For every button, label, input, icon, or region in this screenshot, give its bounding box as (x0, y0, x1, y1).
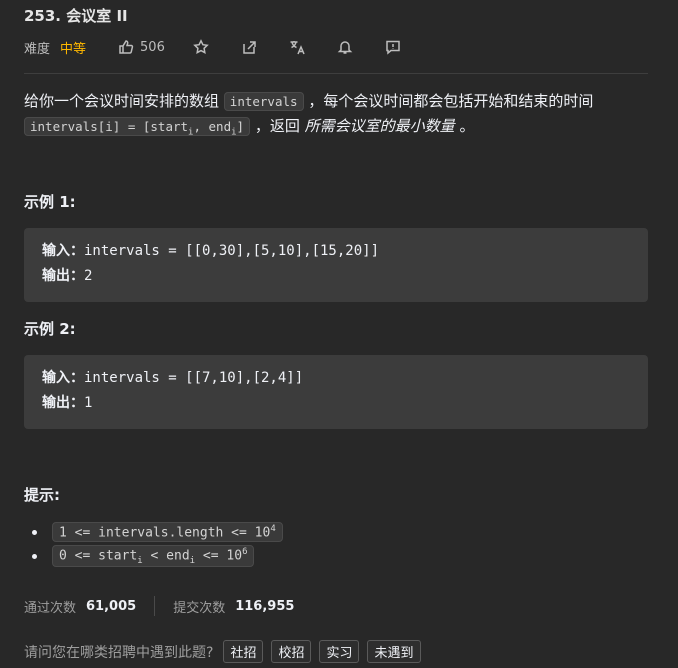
interview-survey: 请问您在哪类招聘中遇到此题? 社招 校招 实习 未遇到 (24, 640, 429, 663)
input-value: intervals = [[0,30],[5,10],[15,20]] (84, 243, 380, 259)
output-value: 1 (84, 395, 93, 411)
example-2-title: 示例 2: (24, 320, 76, 338)
stats-divider (154, 596, 156, 616)
output-value: 2 (84, 268, 93, 284)
bell-icon (337, 41, 353, 54)
accepted-label: 通过次数 (24, 600, 77, 616)
submissions-label: 提交次数 (173, 600, 226, 616)
desc-text: 。 (459, 117, 475, 135)
output-label: 输出： (42, 268, 84, 284)
like-button[interactable]: 506 (118, 39, 165, 55)
example-2-input: 输入：intervals = [[7,10],[2,4]] (42, 366, 630, 391)
desc-text: ，返回 (254, 117, 300, 135)
survey-option-never[interactable]: 未遇到 (367, 640, 421, 663)
example-2-block: 输入：intervals = [[7,10],[2,4]] 输出：1 (24, 355, 648, 429)
feedback-icon (386, 40, 400, 55)
share-icon (243, 41, 256, 54)
example-1-title: 示例 1: (24, 193, 76, 211)
problem-meta: 难度 中等 506 (24, 37, 401, 57)
difficulty-label: 难度 (24, 41, 51, 57)
hint-code: 1 <= intervals.length <= 104 (52, 521, 283, 543)
code-superscript: 6 (242, 546, 248, 557)
hint-item: 0 <= starti < endi <= 106 (32, 544, 283, 568)
code-text: , end (193, 119, 232, 134)
problem-title: 253. 会议室 II (24, 7, 128, 25)
desc-text: 给你一个会议时间安排的数组 (24, 92, 220, 110)
feedback-button[interactable] (385, 39, 401, 55)
submission-stats: 通过次数 61,005 提交次数 116,955 (24, 596, 294, 616)
survey-option-campus[interactable]: 校招 (271, 640, 312, 663)
code-text: < end (142, 547, 190, 563)
code-text: ] (236, 119, 245, 134)
accepted-count: 61,005 (86, 598, 137, 614)
survey-option-intern[interactable]: 实习 (319, 640, 360, 663)
share-button[interactable] (241, 39, 257, 55)
translate-button[interactable] (289, 39, 305, 55)
favorite-button[interactable] (193, 39, 209, 55)
input-label: 输入： (42, 370, 84, 386)
code-superscript: 4 (270, 523, 276, 534)
code-text: intervals[i] = [start (30, 119, 189, 134)
survey-question: 请问您在哪类招聘中遇到此题? (24, 644, 214, 661)
translate-icon (290, 41, 305, 55)
problem-description: 给你一个会议时间安排的数组 intervals ，每个会议时间都会包括开始和结束… (24, 89, 644, 145)
example-1-input: 输入：intervals = [[0,30],[5,10],[15,20]] (42, 239, 630, 264)
example-1-output: 输出：2 (42, 264, 630, 289)
hint-item: 1 <= intervals.length <= 104 (32, 520, 283, 544)
divider (24, 73, 648, 74)
submissions-count: 116,955 (235, 598, 295, 614)
hints-title: 提示: (24, 486, 60, 504)
hints-list: 1 <= intervals.length <= 104 0 <= starti… (32, 520, 283, 568)
desc-text: ，每个会议时间都会包括开始和结束的时间 (308, 92, 594, 110)
input-value: intervals = [[7,10],[2,4]] (84, 370, 304, 386)
inline-code: intervals[i] = [starti, endi] (24, 117, 251, 138)
survey-option-social[interactable]: 社招 (223, 640, 264, 663)
like-count: 506 (140, 39, 165, 55)
desc-emphasis: 所需会议室的最小数量 (304, 117, 455, 135)
notify-button[interactable] (337, 39, 353, 55)
code-text: 0 <= start (59, 547, 138, 563)
example-2-output: 输出：1 (42, 391, 630, 416)
difficulty-value: 中等 (60, 41, 87, 57)
example-1-block: 输入：intervals = [[0,30],[5,10],[15,20]] 输… (24, 228, 648, 302)
hint-code: 0 <= starti < endi <= 106 (52, 544, 255, 568)
star-icon (193, 39, 209, 54)
code-text: 1 <= intervals.length <= 10 (59, 525, 271, 541)
thumbs-up-icon (119, 40, 134, 54)
inline-code: intervals (223, 92, 304, 111)
output-label: 输出： (42, 395, 84, 411)
input-label: 输入： (42, 243, 84, 259)
code-text: intervals (229, 94, 298, 109)
code-text: <= 10 (195, 547, 243, 563)
